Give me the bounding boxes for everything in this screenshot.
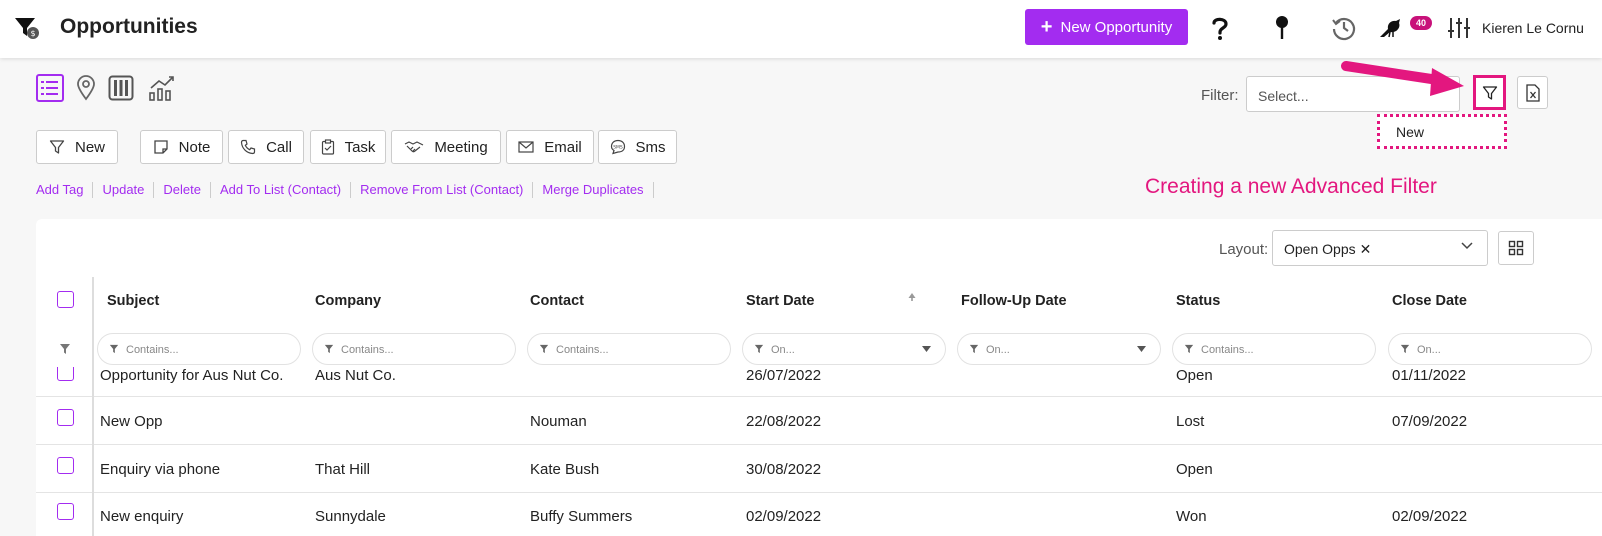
table-row[interactable]: Enquiry via phone That Hill Kate Bush 30… <box>36 446 1602 493</box>
add-to-list-link[interactable]: Add To List (Contact) <box>211 182 352 198</box>
clipboard-icon <box>321 139 334 155</box>
status-filter-input[interactable]: Contains... <box>1172 333 1376 365</box>
column-header-status[interactable]: Status <box>1176 293 1220 309</box>
add-tag-link[interactable]: Add Tag <box>36 182 94 198</box>
start-date-filter-input[interactable]: On... <box>742 333 946 365</box>
subject-filter-input[interactable]: Contains... <box>97 333 301 365</box>
grid-layout-icon <box>1508 240 1524 256</box>
contact-filter-input[interactable]: Contains... <box>527 333 731 365</box>
column-filter-row: Contains... Contains... Contains... On..… <box>36 333 1602 365</box>
column-header-subject[interactable]: Subject <box>107 293 159 309</box>
filter-new-menu-item[interactable]: New <box>1377 114 1507 149</box>
export-excel-button[interactable] <box>1517 76 1548 109</box>
history-icon[interactable] <box>1330 14 1358 42</box>
svg-text:SMS: SMS <box>613 145 623 151</box>
annotation-text: Creating a new Advanced Filter <box>1145 175 1437 198</box>
bulk-action-links: Add Tag Update Delete Add To List (Conta… <box>36 182 654 198</box>
funnel-icon <box>324 344 334 354</box>
layout-select[interactable]: Open Opps ✕ <box>1272 230 1488 266</box>
page-title: Opportunities <box>60 15 198 38</box>
layout-label: Layout: <box>1219 241 1269 258</box>
note-button[interactable]: Note <box>140 130 223 164</box>
funnel-icon <box>109 344 119 354</box>
new-opportunity-label: New Opportunity <box>1060 18 1173 36</box>
meeting-button[interactable]: Meeting <box>391 130 501 164</box>
map-view-icon[interactable] <box>72 74 100 102</box>
help-icon[interactable] <box>1206 14 1234 42</box>
row-select-column-divider <box>36 277 94 536</box>
top-bar: $ Opportunities + New Opportunity 40 Kie… <box>0 0 1602 58</box>
delete-link[interactable]: Delete <box>154 182 211 198</box>
list-view-icon[interactable] <box>36 74 64 102</box>
kanban-view-icon[interactable] <box>107 74 135 102</box>
remove-from-list-link[interactable]: Remove From List (Contact) <box>351 182 534 198</box>
merge-duplicates-link[interactable]: Merge Duplicates <box>533 182 654 198</box>
plus-icon: + <box>1040 16 1053 38</box>
call-button[interactable]: Call <box>228 130 304 164</box>
envelope-icon <box>518 141 534 153</box>
funnel-icon <box>1482 85 1497 100</box>
phone-icon <box>240 139 256 155</box>
funnel-icon <box>754 344 764 354</box>
funnel-icon <box>49 140 65 154</box>
close-date-filter-input[interactable]: On... <box>1388 333 1592 365</box>
funnel-icon <box>1184 344 1194 354</box>
task-button[interactable]: Task <box>310 130 386 164</box>
opportunities-funnel-icon: $ <box>14 16 40 40</box>
company-filter-input[interactable]: Contains... <box>312 333 516 365</box>
svg-text:$: $ <box>30 29 35 38</box>
chevron-down-icon <box>1461 242 1473 250</box>
follow-up-date-filter-input[interactable]: On... <box>957 333 1161 365</box>
excel-file-icon <box>1525 83 1540 102</box>
sort-ascending-icon <box>908 293 916 301</box>
funnel-icon <box>969 344 979 354</box>
caret-down-icon <box>922 346 931 352</box>
column-header-start-date[interactable]: Start Date <box>746 293 815 309</box>
new-filter-button[interactable]: New <box>36 130 118 164</box>
note-icon <box>154 140 168 154</box>
email-button[interactable]: Email <box>506 130 594 164</box>
settings-sliders-icon[interactable] <box>1445 14 1473 42</box>
user-name[interactable]: Kieren Le Cornu <box>1482 20 1602 36</box>
pin-icon[interactable] <box>1268 14 1296 42</box>
layout-options-button[interactable] <box>1498 231 1534 265</box>
column-header-company[interactable]: Company <box>315 293 381 309</box>
update-link[interactable]: Update <box>93 182 155 198</box>
column-header-contact[interactable]: Contact <box>530 293 584 309</box>
sms-bubble-icon: SMS <box>610 139 625 155</box>
filter-select[interactable]: Select... <box>1246 76 1460 112</box>
funnel-icon <box>1400 344 1410 354</box>
table-row[interactable]: New Opp Nouman 22/08/2022 Lost 07/09/202… <box>36 398 1602 445</box>
new-opportunity-button[interactable]: + New Opportunity <box>1025 9 1188 45</box>
clear-layout-icon[interactable]: ✕ <box>1360 241 1372 257</box>
column-header-close-date[interactable]: Close Date <box>1392 293 1467 309</box>
funnel-icon <box>539 344 549 354</box>
chart-view-icon[interactable] <box>148 74 176 102</box>
column-header-follow-up-date[interactable]: Follow-Up Date <box>961 293 1067 309</box>
notification-count-badge: 40 <box>1410 16 1432 30</box>
caret-down-icon <box>1137 346 1146 352</box>
sms-button[interactable]: SMS Sms <box>598 130 677 164</box>
handshake-icon <box>405 141 424 153</box>
advanced-filter-button[interactable] <box>1473 75 1506 110</box>
table-row[interactable]: New enquiry Sunnydale Buffy Summers 02/0… <box>36 494 1602 536</box>
opportunities-grid: Layout: Open Opps ✕ Subject Company Conta… <box>36 219 1602 536</box>
filter-label: Filter: <box>1201 87 1239 104</box>
table-header-row: Subject Company Contact Start Date Follo… <box>36 277 1602 323</box>
bird-notification-icon[interactable] <box>1378 14 1406 42</box>
